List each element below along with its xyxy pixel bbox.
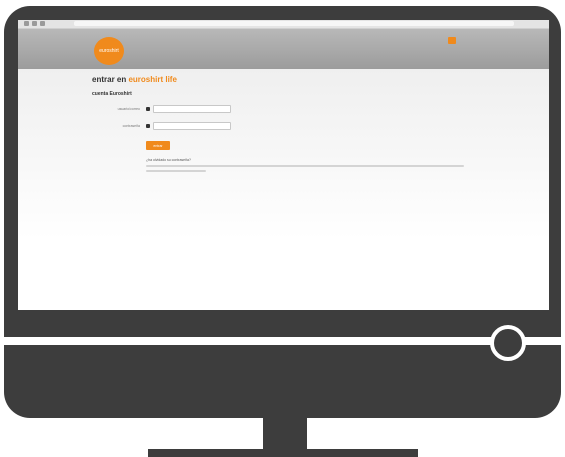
page-title: entrar en euroshirt life [92,75,177,84]
title-prefix: entrar en [92,75,127,84]
browser-toolbar [18,20,549,29]
user-icon [146,107,150,111]
monitor-stand-neck [263,418,307,449]
back-icon[interactable] [24,21,29,26]
power-button [490,325,526,361]
lock-icon [146,124,150,128]
flag-icon[interactable] [448,37,456,44]
login-page: entrar en euroshirt life cuenta Euroshir… [18,69,549,310]
username-label: usuario/correo [117,107,140,111]
password-input[interactable] [153,122,231,130]
monitor-stand-base [148,449,418,457]
password-label: contraseña [122,124,140,128]
help-text-line [146,170,206,172]
forgot-password-link[interactable]: ¿ha olvidado su contraseña? [146,158,191,162]
forward-icon[interactable] [32,21,37,26]
login-button[interactable]: entrar [146,141,170,150]
title-brand: euroshirt life [128,75,177,84]
username-input[interactable] [153,105,231,113]
monitor-chin-stripe [4,337,561,345]
address-bar[interactable] [74,21,514,26]
reload-icon[interactable] [40,21,45,26]
logo-text: euroshirt [99,48,119,54]
help-text-line [146,165,464,167]
site-header: euroshirt [18,29,549,69]
form-subtitle: cuenta Euroshirt [92,91,132,97]
site-logo[interactable]: euroshirt [94,37,124,65]
screen: euroshirt entrar en euroshirt life cuent… [18,20,549,310]
